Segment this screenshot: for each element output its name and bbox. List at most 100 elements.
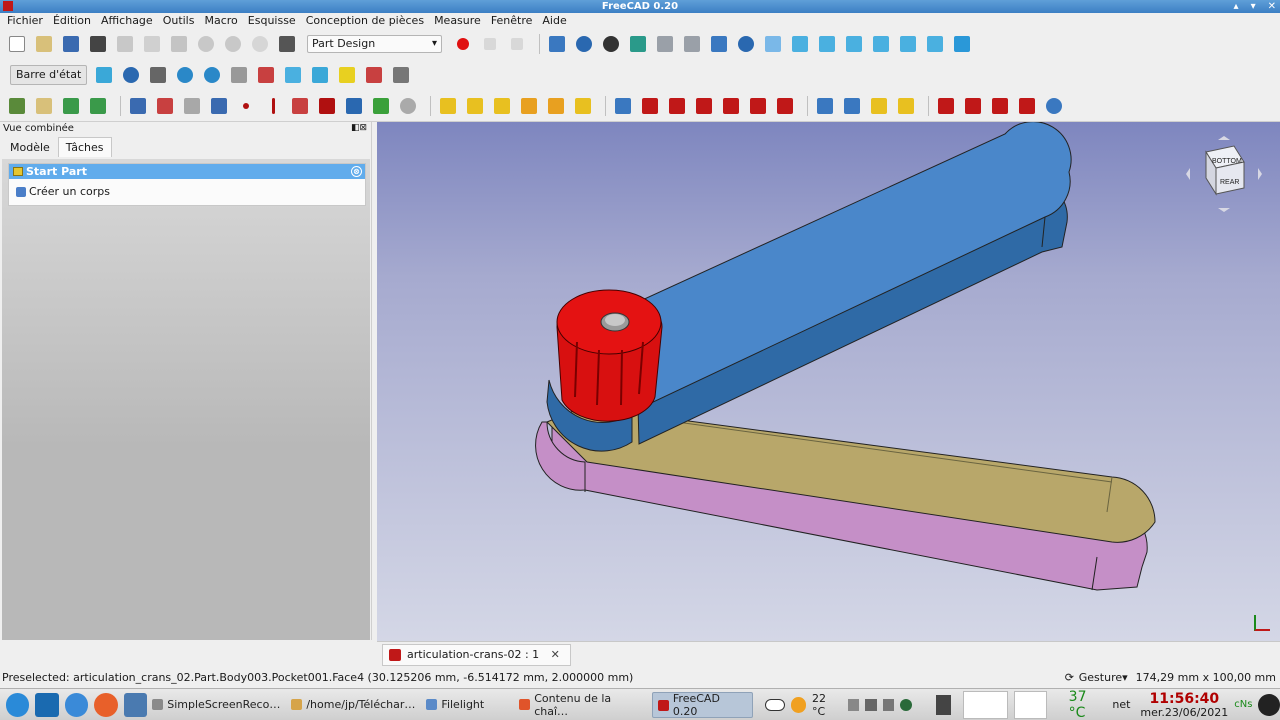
left-view-icon[interactable] [924, 33, 946, 55]
task-filelight[interactable]: Filelight [421, 692, 490, 718]
task-browser[interactable]: Contenu de la chaî… [514, 692, 652, 718]
subtractive-primitive-icon[interactable] [774, 95, 796, 117]
front-view-icon[interactable] [789, 33, 811, 55]
menu-outils[interactable]: Outils [158, 13, 200, 29]
isometric-view-icon[interactable] [762, 33, 784, 55]
clipboard-icon[interactable] [935, 694, 952, 715]
selection-filter-icon[interactable] [363, 64, 385, 86]
polar-pattern-icon[interactable] [868, 95, 890, 117]
fit-all-icon[interactable] [546, 33, 568, 55]
measure-icon[interactable] [951, 33, 973, 55]
panel-dock-buttons[interactable]: ◧⊠ [351, 122, 367, 135]
3d-scene[interactable] [377, 122, 1280, 641]
thunderbird-icon[interactable] [64, 692, 89, 717]
macro-stop-icon[interactable] [479, 33, 501, 55]
right-view-icon[interactable] [843, 33, 865, 55]
weather-icon[interactable] [790, 696, 806, 713]
print-icon[interactable] [87, 33, 109, 55]
pocket-icon[interactable] [370, 95, 392, 117]
tab-taches[interactable]: Tâches [57, 137, 112, 157]
light-icon[interactable] [336, 64, 358, 86]
task-file-manager[interactable]: /home/jp/Téléchar… [286, 692, 421, 718]
app-launcher-icon[interactable] [6, 692, 30, 717]
document-tab[interactable]: articulation-crans-02 : 1 ✕ [382, 644, 571, 666]
tab-modele[interactable]: Modèle [2, 137, 58, 157]
network-icon[interactable] [847, 698, 860, 711]
shape-binder-icon[interactable] [60, 95, 82, 117]
display-icon[interactable] [882, 698, 895, 711]
volume-icon[interactable] [865, 698, 877, 711]
back-arrow-icon[interactable] [654, 33, 676, 55]
create-body-link[interactable]: Créer un corps [9, 179, 365, 205]
part-icon[interactable] [93, 64, 115, 86]
menu-esquisse[interactable]: Esquisse [243, 13, 301, 29]
globe-icon[interactable] [900, 698, 912, 711]
cube-view-icon[interactable] [309, 64, 331, 86]
sync-view-icon[interactable] [708, 33, 730, 55]
logout-icon[interactable] [1258, 693, 1280, 716]
boolean-icon[interactable] [1043, 95, 1065, 117]
clone-icon[interactable] [208, 95, 230, 117]
link-icon[interactable] [228, 64, 250, 86]
linear-pattern-icon[interactable] [841, 95, 863, 117]
collapse-icon[interactable]: ⊗ [351, 166, 362, 177]
workbench-selector[interactable]: Part Design [307, 34, 442, 53]
pocket-feature-icon[interactable] [612, 95, 634, 117]
menu-fenetre[interactable]: Fenêtre [486, 13, 538, 29]
chamfer-icon[interactable] [962, 95, 984, 117]
pad-icon[interactable] [343, 95, 365, 117]
datum-point-icon[interactable] [235, 95, 257, 117]
cut-icon[interactable] [114, 33, 136, 55]
nav-cube-shape[interactable]: BOTTOM REAR [1184, 134, 1264, 214]
local-coordinate-system-icon[interactable] [316, 95, 338, 117]
menu-affichage[interactable]: Affichage [96, 13, 158, 29]
undo-icon[interactable] [195, 33, 217, 55]
task-simplescreenrecorder[interactable]: SimpleScreenReco… [147, 692, 286, 718]
redo-icon[interactable] [222, 33, 244, 55]
paste-icon[interactable] [168, 33, 190, 55]
menu-fichier[interactable]: Fichier [2, 13, 48, 29]
red-knob[interactable] [556, 289, 663, 422]
draw-style-icon[interactable] [600, 33, 622, 55]
draft-icon[interactable] [989, 95, 1011, 117]
additive-pad-icon[interactable] [437, 95, 459, 117]
macro-play-icon[interactable] [506, 33, 528, 55]
workspace-1[interactable] [963, 690, 1008, 719]
menu-aide[interactable]: Aide [537, 13, 571, 29]
mirrored-icon[interactable] [814, 95, 836, 117]
rotate-left-icon[interactable] [174, 64, 196, 86]
spreadsheet-icon[interactable] [147, 64, 169, 86]
additive-loft-icon[interactable] [491, 95, 513, 117]
close-window-button[interactable]: ✕ [1268, 0, 1276, 13]
subtractive-helix-icon[interactable] [747, 95, 769, 117]
clipping-icon[interactable] [390, 64, 412, 86]
3d-viewport[interactable]: BOTTOM REAR [377, 122, 1280, 641]
navigation-style-button[interactable]: Gesture▾ [1065, 667, 1128, 688]
validate-sketch-icon[interactable] [154, 95, 176, 117]
thickness-icon[interactable] [1016, 95, 1038, 117]
file-manager-icon[interactable] [123, 692, 148, 717]
rear-view-icon[interactable] [870, 33, 892, 55]
additive-pipe-icon[interactable] [518, 95, 540, 117]
additive-helix-icon[interactable] [545, 95, 567, 117]
search-icon[interactable] [120, 64, 142, 86]
sub-shape-binder-icon[interactable] [87, 95, 109, 117]
hole-icon[interactable] [639, 95, 661, 117]
copy-icon[interactable] [141, 33, 163, 55]
import-icon[interactable] [181, 95, 203, 117]
macro-record-icon[interactable] [452, 33, 474, 55]
show-desktop-icon[interactable] [35, 692, 59, 717]
zoom-icon[interactable] [735, 33, 757, 55]
datum-line-icon[interactable] [262, 95, 284, 117]
maximize-button[interactable]: ▴ [1234, 0, 1239, 13]
subtractive-pipe-icon[interactable] [720, 95, 742, 117]
box-view-icon[interactable] [282, 64, 304, 86]
subtractive-loft-icon[interactable] [693, 95, 715, 117]
clock[interactable]: 11:56:40 mer.23/06/2021 [1140, 691, 1228, 719]
close-tab-icon[interactable]: ✕ [551, 648, 560, 661]
new-document-icon[interactable] [6, 33, 28, 55]
rotate-right-icon[interactable] [201, 64, 223, 86]
status-bar-button[interactable]: Barre d'état [10, 65, 88, 85]
save-icon[interactable] [60, 33, 82, 55]
workspace-2[interactable] [1013, 690, 1047, 719]
